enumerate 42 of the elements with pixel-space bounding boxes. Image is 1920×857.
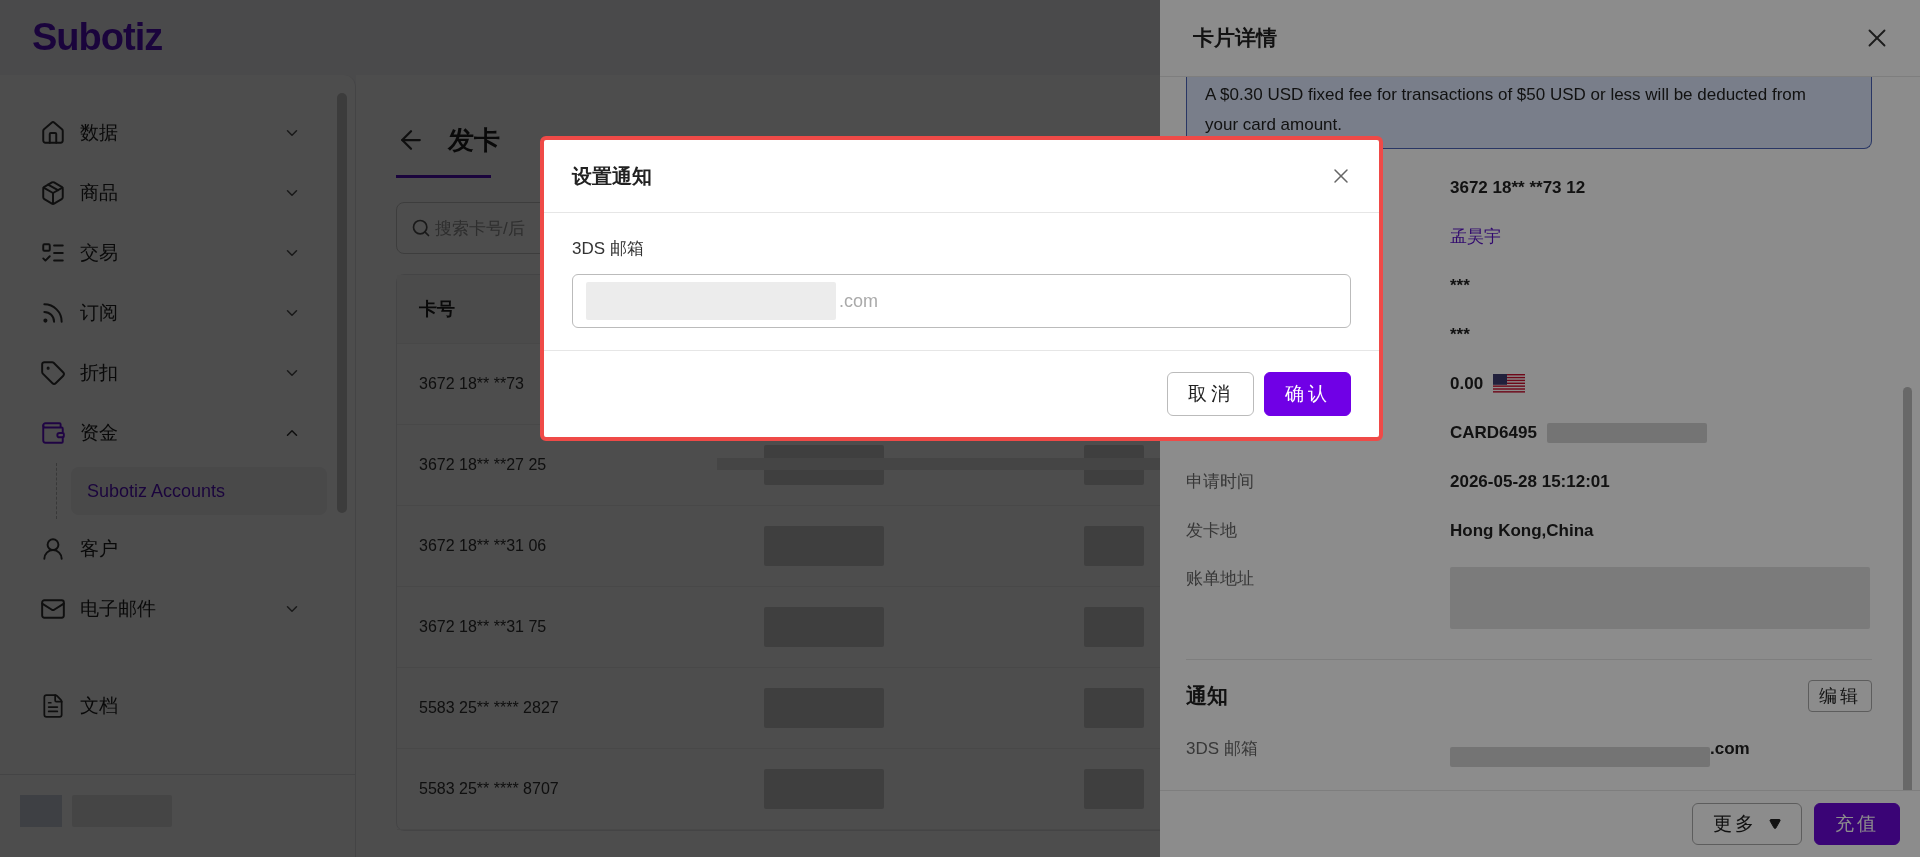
sidebar-subitem[interactable]: Subotiz Accounts [71, 467, 327, 515]
detail-value: 2026-05-28 15:12:01 [1450, 471, 1610, 492]
brand-logo: Subotiz [32, 16, 163, 59]
edit-button[interactable]: 编辑 [1808, 680, 1872, 712]
detail-label: 发卡地 [1186, 521, 1237, 540]
sidebar-item[interactable]: 文档 [0, 676, 355, 736]
scrollbar[interactable] [717, 458, 1160, 470]
table-cell-text: 5583 25** **** 8707 [419, 780, 560, 798]
page-title: 发卡 [448, 123, 500, 157]
detail-value: *** [1450, 324, 1470, 345]
document-icon [40, 693, 66, 719]
detail-value: *** [1450, 275, 1470, 296]
drawer-title: 卡片详情 [1193, 25, 1277, 51]
detail-label: 3DS 邮箱 [1186, 739, 1258, 758]
column-header: 卡号 [419, 298, 456, 321]
detail-label: 账单地址 [1186, 569, 1254, 588]
cardholder-link[interactable]: 孟昊宇 [1450, 225, 1501, 248]
field-label: 3DS 邮箱 [572, 238, 645, 260]
detail-label: 申请时间 [1186, 472, 1254, 491]
detail-value: Hong Kong,China [1450, 520, 1594, 541]
fee-notice: A $0.30 USD fixed fee for transactions of $50 USD or less will be deducted from your card amount. [1186, 77, 1872, 149]
us-flag-icon [1493, 373, 1526, 394]
table-cell-text: 3672 18** **73 [419, 375, 525, 393]
detail-value: .com [1710, 738, 1750, 759]
table-cell-text: 3672 18** **27 25 [419, 456, 548, 474]
detail-value: CARD6495 [1450, 422, 1537, 443]
section-title: 通知 [1186, 683, 1228, 709]
sidebar-item[interactable]: 电子邮件 [0, 579, 355, 639]
cancel-button[interactable]: 取消 [1167, 372, 1254, 416]
caret-icon [1769, 818, 1781, 830]
dialog-title: 设置通知 [572, 163, 652, 189]
sidebar-item[interactable]: 客户 [0, 519, 355, 579]
table-cell-text: 3672 18** **31 06 [419, 537, 548, 555]
detail-value: 0.00 [1450, 373, 1484, 394]
top-up-button[interactable]: 充值 [1814, 803, 1900, 845]
scrollbar[interactable] [1903, 387, 1912, 790]
confirm-button[interactable]: 确认 [1264, 372, 1351, 416]
table-cell-text: 5583 25** **** 2827 [419, 699, 560, 717]
detail-value: 3672 18** **73 12 [1450, 177, 1586, 198]
more-button[interactable]: 更多 [1692, 803, 1802, 845]
table-cell-text: 3672 18** **31 75 [419, 618, 548, 636]
search-icon [411, 218, 431, 238]
